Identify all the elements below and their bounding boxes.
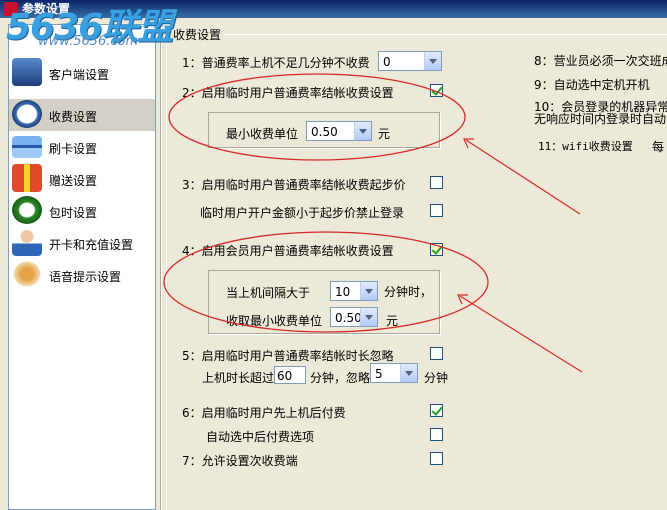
select-value: 5 — [375, 367, 383, 381]
chevron-down-icon — [360, 282, 377, 300]
timer-icon — [12, 196, 42, 224]
interval-unit-label: 分钟时， — [384, 285, 433, 299]
nav-label: 语音提示设置 — [49, 270, 122, 284]
ignore-minutes-select[interactable]: 5 — [370, 363, 418, 383]
nav-item-gift[interactable]: 赠送设置 — [9, 163, 155, 195]
user-icon — [12, 228, 42, 256]
duration-mid-label: 分钟，忽略 — [310, 371, 371, 385]
option-11-tail: 每 — [652, 140, 665, 154]
nav-item-billing[interactable]: 收费设置 — [9, 99, 155, 131]
nav-label: 开卡和充值设置 — [49, 238, 134, 252]
card-icon — [12, 136, 42, 158]
logo-url: www.5636.com — [38, 34, 139, 49]
microphone-icon — [12, 260, 42, 288]
temp-start-price-label: 3：启用临时用户普通费率结帐收费起步价 — [182, 178, 406, 192]
duration-pre-label: 上机时长超过 — [202, 371, 275, 385]
nav-item-voice[interactable]: 语音提示设置 — [9, 259, 155, 291]
nav-item-client[interactable]: 客户端设置 — [9, 57, 155, 89]
option-10-sub-label: 无响应时间内登录时自动 — [534, 112, 667, 126]
temp-checkout-checkbox[interactable] — [430, 84, 443, 97]
gift-icon — [12, 164, 42, 192]
select-value: 0.50 — [311, 125, 338, 139]
unit-label: 元 — [378, 127, 391, 141]
nav-item-package[interactable]: 包时设置 — [9, 195, 155, 227]
duration-post-label: 分钟 — [424, 371, 449, 385]
select-value: 10 — [335, 285, 351, 299]
auto-postpay-label: 自动选中后付费选项 — [206, 430, 315, 444]
option-9-label: 9：自动选中定机开机 — [534, 78, 650, 92]
member-checkout-checkbox[interactable] — [430, 243, 443, 256]
splitter[interactable] — [160, 24, 162, 510]
auto-postpay-checkbox[interactable] — [430, 428, 443, 441]
free-minutes-select[interactable]: 0 — [378, 51, 442, 71]
input-value: 60 — [277, 369, 293, 383]
nav-label: 赠送设置 — [49, 174, 98, 188]
block-login-label: 临时用户开户金额小于起步价禁止登录 — [200, 206, 405, 220]
member-min-unit-label: 收取最小收费单位 — [226, 314, 323, 328]
duration-minutes-input[interactable]: 60 — [274, 366, 306, 384]
member-min-unit-select[interactable]: 0.50 — [330, 307, 378, 327]
free-minutes-label: 1：普通费率上机不足几分钟不收费 — [182, 56, 370, 70]
temp-min-unit-select[interactable]: 0.50 — [306, 121, 372, 141]
unit-label: 元 — [386, 314, 399, 328]
postpay-checkbox[interactable] — [430, 404, 443, 417]
nav-label: 刷卡设置 — [49, 142, 98, 156]
chevron-down-icon — [400, 364, 417, 382]
nav-label: 客户端设置 — [49, 68, 110, 82]
chevron-down-icon — [360, 308, 377, 326]
option-11-label: 11：wifi收费设置 — [538, 140, 633, 153]
nav-label: 包时设置 — [49, 206, 98, 220]
nav-label: 收费设置 — [49, 110, 98, 124]
temp-min-unit-label: 最小收费单位 — [226, 127, 299, 141]
nav-item-open-card[interactable]: 开卡和充值设置 — [9, 227, 155, 259]
option-8-label: 8：营业员必须一次交班成 — [534, 54, 667, 68]
block-login-checkbox[interactable] — [430, 204, 443, 217]
temp-start-price-checkbox[interactable] — [430, 176, 443, 189]
secondary-terminal-label: 7：允许设置次收费端 — [182, 454, 298, 468]
secondary-terminal-checkbox[interactable] — [430, 452, 443, 465]
select-value: 0 — [383, 55, 391, 69]
watermark-logo: 5636联盟 www.5636.com — [2, 0, 182, 50]
clock-icon — [12, 100, 42, 128]
select-value: 0.50 — [335, 311, 362, 325]
nav-item-card[interactable]: 刷卡设置 — [9, 131, 155, 163]
chevron-down-icon — [424, 52, 441, 70]
interval-label: 当上机间隔大于 — [226, 286, 311, 300]
ignore-duration-checkbox[interactable] — [430, 347, 443, 360]
interval-select[interactable]: 10 — [330, 281, 378, 301]
postpay-label: 6：启用临时用户先上机后付费 — [182, 406, 346, 420]
settings-nav: 客户端设置 收费设置 刷卡设置 赠送设置 包时设置 开卡和充值设置 语音提示设置 — [8, 24, 156, 510]
ignore-duration-label: 5：启用临时用户普通费率结帐时长忽略 — [182, 349, 394, 363]
chevron-down-icon — [354, 122, 371, 140]
temp-checkout-label: 2：启用临时用户普通费率结帐收费设置 — [182, 86, 394, 100]
monitor-icon — [12, 58, 42, 86]
member-checkout-label: 4：启用会员用户普通费率结帐收费设置 — [182, 244, 394, 258]
